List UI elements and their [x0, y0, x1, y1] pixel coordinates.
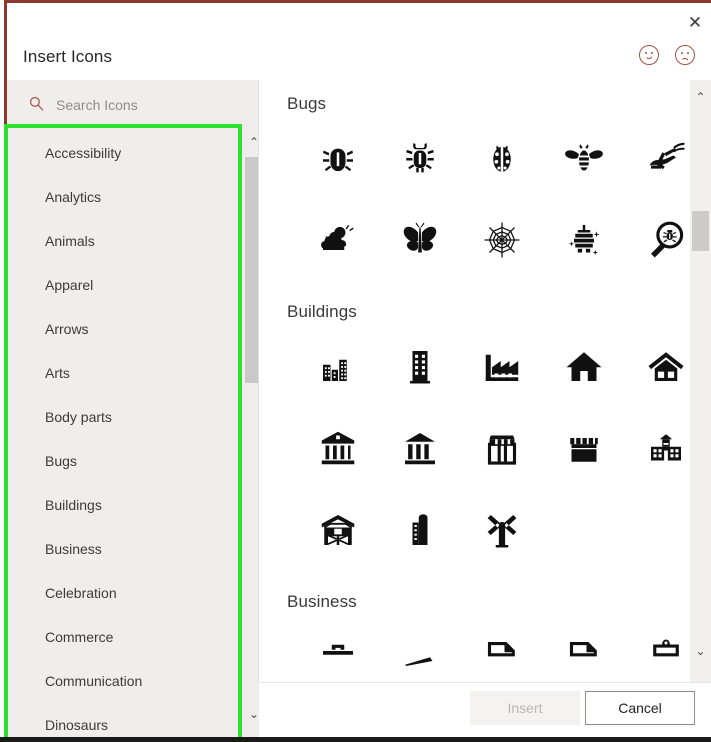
grasshopper-icon[interactable]	[638, 130, 689, 186]
cityscape-icon[interactable]	[310, 338, 366, 394]
sad-face-icon[interactable]	[675, 45, 695, 65]
beetle-icon[interactable]	[310, 130, 366, 186]
dialog-footer: Insert Cancel	[259, 682, 711, 738]
sidebar-item-arts[interactable]: Arts	[15, 351, 243, 395]
sidebar-item-celebration[interactable]: Celebration	[15, 571, 243, 615]
close-icon[interactable]: ✕	[678, 8, 711, 36]
market-stall-icon[interactable]	[556, 420, 612, 476]
barn-icon[interactable]	[310, 502, 366, 558]
factory-icon[interactable]	[474, 338, 530, 394]
office-tower-icon[interactable]	[392, 338, 448, 394]
sidebar-item-apparel[interactable]: Apparel	[15, 263, 243, 307]
window-border-bottom	[0, 737, 711, 742]
windmill-icon[interactable]	[474, 502, 530, 558]
sidebar-item-business[interactable]: Business	[15, 527, 243, 571]
pen-icon[interactable]	[392, 628, 448, 682]
silo-icon[interactable]	[392, 502, 448, 558]
sidebar-item-analytics[interactable]: Analytics	[15, 175, 243, 219]
group-title-business: Business	[287, 592, 357, 611]
insert-icons-dialog: ✕ Insert Icons AccessibilityAnalyticsAni…	[0, 0, 711, 742]
clipboard-icon[interactable]	[638, 628, 689, 682]
document-icon[interactable]	[474, 628, 530, 682]
bee-icon[interactable]	[556, 130, 612, 186]
gallery-scroll-down-icon[interactable]: ⌄	[690, 638, 711, 664]
category-list[interactable]: Accessibility Analytics Animals Apparel Arro…	[15, 131, 243, 733]
bug-icon[interactable]	[392, 130, 448, 186]
sidebar-item-arrows[interactable]: Arrows	[15, 307, 243, 351]
gallery-scroll-thumb[interactable]	[692, 211, 709, 251]
cancel-button[interactable]: Cancel	[585, 691, 695, 725]
house-icon[interactable]	[556, 338, 612, 394]
ladybug-icon[interactable]	[474, 130, 530, 186]
school-icon[interactable]	[638, 420, 689, 476]
happy-face-icon[interactable]	[639, 45, 659, 65]
spiderweb-icon[interactable]	[474, 212, 530, 268]
search-icon	[29, 96, 44, 111]
feedback-buttons	[639, 45, 695, 65]
search-bar	[7, 80, 258, 127]
sidebar-item-commerce[interactable]: Commerce	[15, 615, 243, 659]
shop-icon[interactable]	[474, 420, 530, 476]
gallery-scrollbar[interactable]: ⌃ ⌄	[690, 80, 711, 682]
home-roof-icon[interactable]	[638, 338, 689, 394]
butterfly-icon[interactable]	[392, 212, 448, 268]
group-title-bugs: Bugs	[287, 94, 327, 113]
caterpillar-icon[interactable]	[310, 212, 366, 268]
group-title-buildings: Buildings	[287, 302, 357, 321]
insert-button[interactable]: Insert	[470, 691, 580, 725]
document-fold-icon[interactable]	[556, 628, 612, 682]
bug-magnifier-icon[interactable]	[638, 212, 689, 268]
sidebar-item-buildings[interactable]: Buildings	[15, 483, 243, 527]
briefcase-icon[interactable]	[310, 628, 366, 682]
sidebar-item-animals[interactable]: Animals	[15, 219, 243, 263]
title-bar: ✕ Insert Icons	[7, 3, 711, 80]
sidebar-item-accessibility[interactable]: Accessibility	[15, 131, 243, 175]
category-sidebar: Accessibility Analytics Animals Apparel Arro…	[7, 127, 265, 737]
icon-gallery: Bugs Buildings Business	[259, 80, 689, 682]
beehive-icon[interactable]	[556, 212, 612, 268]
sidebar-item-bugs[interactable]: Bugs	[15, 439, 243, 483]
search-input[interactable]	[54, 94, 253, 116]
bank-icon[interactable]	[310, 420, 366, 476]
gallery-scroll-up-icon[interactable]: ⌃	[690, 84, 711, 110]
sidebar-item-communication[interactable]: Communication	[15, 659, 243, 703]
sidebar-item-dinosaurs[interactable]: Dinosaurs	[15, 703, 243, 733]
sidebar-item-body-parts[interactable]: Body parts	[15, 395, 243, 439]
museum-icon[interactable]	[392, 420, 448, 476]
page-title: Insert Icons	[23, 47, 113, 66]
